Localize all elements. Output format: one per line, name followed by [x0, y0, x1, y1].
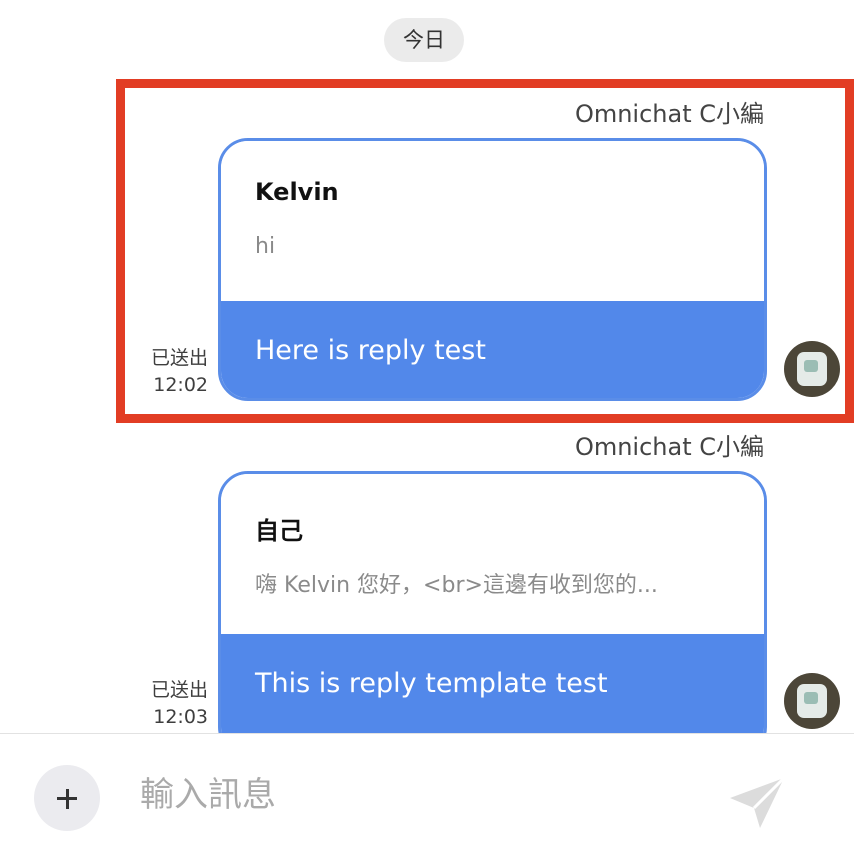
message-bubble[interactable]: Kelvin hi Here is reply test: [218, 138, 767, 401]
send-paper-plane-icon: [730, 776, 786, 828]
message-bubble[interactable]: 自己 嗨 Kelvin 您好，<br>這邊有收到您的... This is re…: [218, 471, 767, 757]
delivery-status: 已送出: [150, 347, 208, 369]
reply-sender-name: Kelvin: [255, 178, 339, 206]
reply-sender-name: 自己: [255, 517, 303, 545]
message-sender: Omnichat C小編: [574, 100, 764, 128]
chat-screen: 今日 Omnichat C小編 Kelvin hi Here is reply …: [0, 0, 854, 852]
message-input[interactable]: [140, 770, 700, 820]
send-button[interactable]: [726, 772, 790, 832]
message-time: 12:02: [153, 374, 208, 396]
reply-preview-text: 嗨 Kelvin 您好，<br>這邊有收到您的...: [255, 573, 658, 598]
message-status: 已送出 12:03: [142, 677, 208, 731]
avatar[interactable]: [784, 341, 840, 397]
add-attachment-button[interactable]: [34, 765, 100, 831]
message-text: Here is reply test: [221, 301, 764, 398]
reply-preview[interactable]: Kelvin hi: [221, 141, 764, 301]
message-composer: [0, 734, 854, 852]
avatar[interactable]: [784, 673, 840, 729]
message-sender: Omnichat C小編: [574, 433, 764, 461]
delivery-status: 已送出: [150, 679, 208, 701]
message-text: This is reply template test: [221, 634, 764, 734]
message-status: 已送出 12:02: [142, 345, 208, 399]
reply-preview[interactable]: 自己 嗨 Kelvin 您好，<br>這邊有收到您的...: [221, 474, 764, 634]
date-divider: 今日: [384, 18, 464, 62]
message-time: 12:03: [153, 706, 208, 728]
reply-preview-text: hi: [255, 234, 276, 259]
